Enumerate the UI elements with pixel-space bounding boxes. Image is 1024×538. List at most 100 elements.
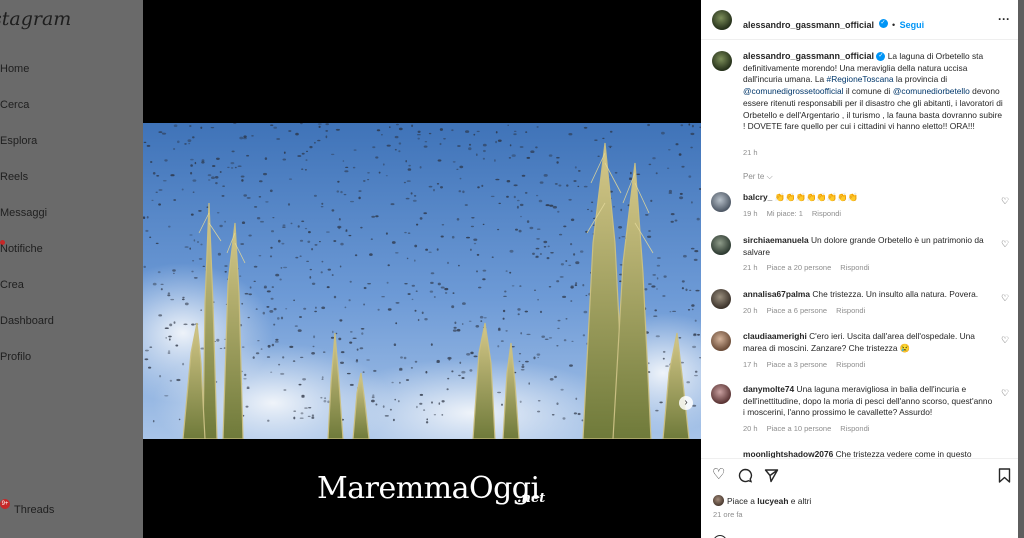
instagram-logo[interactable]: stagram	[0, 8, 71, 30]
author-avatar[interactable]	[712, 10, 732, 30]
comment-time: 19 h	[743, 209, 758, 218]
comment-time: 21 h	[743, 263, 758, 272]
see-translation-link[interactable]: Per te ⌵	[743, 172, 773, 182]
reply-button[interactable]: Rispondi	[812, 209, 841, 218]
commenter-avatar[interactable]	[711, 384, 731, 404]
sidebar-item-crea[interactable]: Crea	[0, 275, 24, 295]
sidebar-item-label: Esplora	[0, 135, 38, 147]
sidebar-item-label: Crea	[0, 279, 24, 291]
commenter-username[interactable]: danymolte74	[743, 384, 794, 394]
comment-body: Che tristezza. Un insulto alla natura. P…	[810, 289, 979, 299]
liked-by-suffix[interactable]: e altri	[788, 496, 812, 506]
liker-avatar[interactable]	[713, 495, 724, 506]
sidebar-item-label: Reels	[0, 171, 29, 183]
post-actions-bar: ♡ Piace a lucyeah e altri 21 ore fa	[701, 458, 1018, 538]
comment-time: 20 h	[743, 306, 758, 315]
comment-text: danymolte74 Una laguna meravigliosa in b…	[743, 384, 993, 419]
sidebar-item-label: Dashboard	[0, 315, 54, 327]
sidebar-item-label: Threads	[14, 504, 55, 516]
sidebar-item-threads[interactable]: Threads	[14, 500, 54, 520]
comment-meta: 17 h Piace a 3 persone Rispondi	[743, 360, 874, 369]
commenter-username[interactable]: sirchiaemanuela	[743, 235, 809, 245]
commenter-username[interactable]: balcry_	[743, 192, 772, 202]
reply-button[interactable]: Rispondi	[840, 424, 869, 433]
commenter-avatar[interactable]	[711, 331, 731, 351]
reply-button[interactable]: Rispondi	[836, 306, 865, 315]
comment-bubble-icon[interactable]	[738, 468, 753, 486]
comment-meta: 21 h Piace a 20 persone Rispondi	[743, 263, 878, 272]
verified-badge-icon: ✓	[878, 19, 888, 29]
comment-likes[interactable]: Piace a 6 persone	[767, 306, 827, 315]
author-line: alessandro_gassmann_official ✓ • Segui	[743, 15, 924, 33]
sidebar-item-home[interactable]: Home	[0, 59, 29, 79]
sidebar-item-label: Cerca	[0, 99, 30, 111]
author-username[interactable]: alessandro_gassmann_official	[743, 20, 874, 30]
commenter-username[interactable]: claudiaamerighi	[743, 331, 807, 341]
comment-like-heart-icon[interactable]: ♡	[1001, 196, 1009, 207]
sidebar-item-reels[interactable]: Reels	[0, 167, 28, 187]
caption-username[interactable]: alessandro_gassmann_official	[743, 51, 874, 61]
overlay-edge	[1018, 0, 1024, 538]
comment-meta: 20 h Piace a 6 persone Rispondi	[743, 306, 874, 315]
mention-link[interactable]: @comunedigrossetoofficial	[743, 86, 844, 96]
separator-dot: •	[891, 20, 896, 30]
like-heart-icon[interactable]: ♡	[712, 467, 725, 482]
comment-like-heart-icon[interactable]: ♡	[1001, 293, 1009, 304]
reply-button[interactable]: Rispondi	[836, 360, 865, 369]
mention-link[interactable]: @comunediorbetello	[893, 86, 970, 96]
carousel-next-icon[interactable]: ›	[679, 396, 693, 410]
swarm-photo-image	[143, 123, 701, 439]
comment-time: 20 h	[743, 424, 758, 433]
caption-text: il comune di	[843, 86, 893, 97]
comment-like-heart-icon[interactable]: ♡	[1001, 239, 1009, 250]
sidebar-item-profilo[interactable]: Profilo	[0, 347, 31, 367]
more-options-icon[interactable]: ···	[998, 12, 1010, 26]
post-header: alessandro_gassmann_official ✓ • Segui ·…	[701, 0, 1018, 40]
commenter-avatar[interactable]	[711, 289, 731, 309]
post-caption: alessandro_gassmann_official ✓ La laguna…	[743, 51, 1005, 133]
sidebar-item-notifiche[interactable]: Notifiche	[0, 239, 43, 259]
caption-avatar[interactable]	[712, 51, 732, 71]
commenter-username[interactable]: annalisa67palma	[743, 289, 810, 299]
sidebar-item-label: Messaggi	[0, 207, 48, 219]
comment-likes[interactable]: Piace a 3 persone	[767, 360, 827, 369]
commenter-avatar[interactable]	[711, 235, 731, 255]
follow-button[interactable]: Segui	[900, 20, 925, 30]
caption-text: la provincia di	[893, 74, 948, 85]
comment-meta: 19 h Mi piace: 1 Rispondi	[743, 209, 850, 218]
sidebar-item-cerca[interactable]: Cerca	[0, 95, 29, 115]
sidebar-item-dashboard[interactable]: Dashboard	[0, 311, 54, 331]
watermark-logo: MaremmaOggi	[317, 471, 540, 506]
sidebar-item-messaggi[interactable]: Messaggi	[0, 203, 47, 223]
sidebar-item-label: Notifiche	[0, 243, 43, 255]
liked-by-prefix: Piace a	[727, 495, 758, 506]
comment-text: balcry_ 👏👏👏👏👏👏👏👏	[743, 192, 993, 204]
post-photo[interactable]: ›	[143, 123, 701, 439]
comment-likes[interactable]: Piace a 20 persone	[767, 263, 832, 272]
reply-button[interactable]: Rispondi	[840, 263, 869, 272]
comment-text: annalisa67palma Che tristezza. Un insult…	[743, 289, 993, 301]
comment-like-heart-icon[interactable]: ♡	[1001, 335, 1009, 346]
comment-likes[interactable]: Piace a 10 persone	[767, 424, 832, 433]
sidebar-item-label: Profilo	[0, 351, 32, 363]
save-bookmark-icon[interactable]	[998, 468, 1011, 486]
post-details-panel: alessandro_gassmann_official ✓ • Segui ·…	[701, 0, 1018, 538]
comment-text: claudiaamerighi C'ero ieri. Uscita dall'…	[743, 331, 993, 354]
liker-username[interactable]: lucyeah	[757, 496, 788, 506]
commenter-avatar[interactable]	[711, 192, 731, 212]
post-timestamp: 21 ore fa	[713, 510, 743, 519]
comment-like-heart-icon[interactable]: ♡	[1001, 388, 1009, 399]
sidebar-item-esplora[interactable]: Esplora	[0, 131, 37, 151]
share-send-icon[interactable]	[764, 468, 779, 486]
comment-text: sirchiaemanuela Un dolore grande Orbetel…	[743, 235, 993, 258]
comment-meta: 20 h Piace a 10 persone Rispondi	[743, 424, 878, 433]
watermark-suffix: .net	[517, 491, 546, 506]
hashtag-link[interactable]: #RegioneToscana	[827, 74, 894, 84]
sidebar-item-label: Home	[0, 63, 30, 75]
post-media: › MaremmaOggi .net	[143, 0, 701, 538]
caption-timestamp: 21 h	[743, 148, 758, 157]
comment-body: 👏👏👏👏👏👏👏👏	[772, 192, 859, 202]
sidebar: stagram Home Cerca Esplora Reels Messagg…	[0, 0, 143, 538]
threads-badge: 9+	[0, 499, 10, 509]
comment-likes[interactable]: Mi piace: 1	[767, 209, 803, 218]
